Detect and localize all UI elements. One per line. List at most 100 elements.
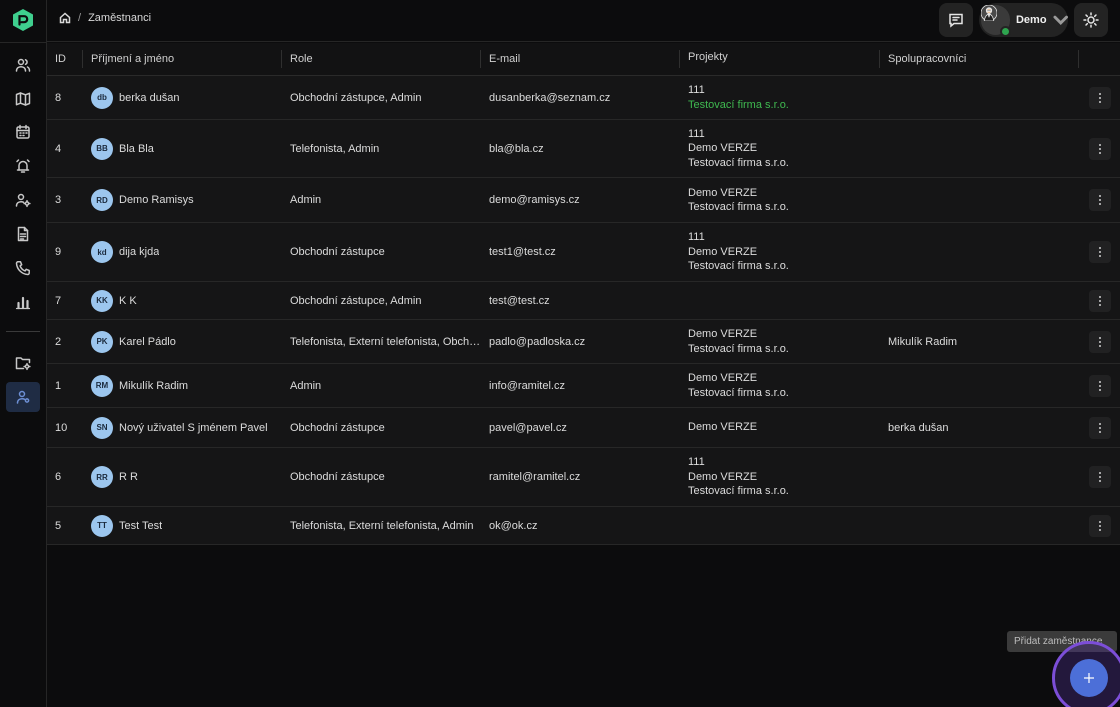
column-header-name[interactable]: Příjmení a jméno [83,50,282,68]
online-status-indicator [999,26,1011,37]
employee-id: 2 [55,335,62,348]
sidebar-item-reminders[interactable] [6,151,40,181]
sidebar-item-statistics[interactable] [6,287,40,317]
table-body: 8 db berka dušan Obchodní zástupce, Admin du… [47,76,1120,545]
project-name[interactable]: Testovací firma s.r.o. [688,98,880,113]
project-name[interactable]: Demo VERZE [688,420,880,435]
employee-name-cell[interactable]: RM Mikulík Radim [83,374,282,397]
employee-name-cell[interactable]: RR R R [83,466,282,488]
employee-name[interactable]: dija kjda [119,246,159,258]
table-row[interactable]: 10 SN Nový uživatel S jménem Pavel Obchodní… [47,408,1120,448]
employee-role: Obchodní zástupce [290,421,385,434]
row-menu-button[interactable] [1088,514,1111,537]
column-header-email[interactable]: E-mail [481,50,680,68]
column-header-collaborators[interactable]: Spolupracovníci [880,50,1079,68]
project-name[interactable]: Demo VERZE [688,327,880,342]
column-header-role[interactable]: Role [282,50,481,68]
employee-projects: 111 Demo VERZE Testovací firma s.r.o. [680,230,880,274]
sidebar-item-user-settings[interactable] [6,185,40,215]
row-menu-button[interactable] [1088,416,1111,439]
more-vertical-icon [1098,344,1101,347]
employee-name[interactable]: Mikulík Radim [119,380,188,392]
app-logo-icon[interactable] [11,8,35,32]
sidebar-item-folder-settings[interactable] [6,348,40,378]
project-name[interactable]: 111 [688,230,880,245]
row-menu-button[interactable] [1088,86,1111,109]
project-name[interactable]: Testovací firma s.r.o. [688,156,880,171]
table-row[interactable]: 6 RR R R Obchodní zástupce ramitel@ramitel.c… [47,448,1120,507]
employee-name-cell[interactable]: KK K K [83,289,282,312]
sidebar-item-map[interactable] [6,84,40,114]
project-name[interactable]: Testovací firma s.r.o. [688,200,880,215]
employee-name[interactable]: Demo Ramisys [119,194,194,206]
sidebar-item-employees[interactable] [6,382,40,412]
row-menu-button[interactable] [1088,241,1111,263]
more-vertical-icon [1098,151,1101,154]
project-name[interactable]: Demo VERZE [688,470,880,485]
column-header-id[interactable]: ID [47,50,83,68]
employee-name-cell[interactable]: db berka dušan [83,86,282,109]
employee-collaborators: berka dušan [888,421,949,434]
table-row[interactable]: 8 db berka dušan Obchodní zástupce, Admin du… [47,76,1120,120]
row-menu-button[interactable] [1088,330,1111,353]
employee-name-cell[interactable]: TT Test Test [83,514,282,537]
breadcrumb: / Zaměstnanci [59,12,151,24]
employee-name[interactable]: R R [119,471,138,483]
employee-name-cell[interactable]: RD Demo Ramisys [83,189,282,211]
more-vertical-icon [1098,251,1101,253]
table-row[interactable]: 5 TT Test Test Telefonista, Externí telefon… [47,507,1120,545]
phone-icon [15,261,30,276]
project-name[interactable]: 111 [688,127,880,142]
employee-name-cell[interactable]: SN Nový uživatel S jménem Pavel [83,416,282,439]
table-row[interactable]: 4 BB Bla Bla Telefonista, Admin bla@bla.cz 11… [47,120,1120,178]
employee-email: padlo@padloska.cz [489,335,586,348]
employee-name[interactable]: Karel Pádlo [119,336,176,348]
user-menu-button[interactable]: Demo [979,3,1068,37]
sidebar-item-calendar[interactable] [6,117,40,147]
employee-name-cell[interactable]: kd dija kjda [83,241,282,263]
employee-name[interactable]: K K [119,295,137,307]
project-name[interactable]: Demo VERZE [688,371,880,386]
employee-name[interactable]: berka dušan [119,92,180,104]
project-name[interactable]: 111 [688,455,880,470]
project-name[interactable]: Demo VERZE [688,245,880,260]
employee-projects: 111 Testovací firma s.r.o. [680,83,880,112]
column-header-projects[interactable]: Projekty [680,50,880,68]
employee-name-cell[interactable]: BB Bla Bla [83,137,282,160]
row-menu-button[interactable] [1088,374,1111,397]
project-name[interactable]: Testovací firma s.r.o. [688,484,880,499]
sidebar-item-documents[interactable] [6,219,40,249]
more-vertical-icon [1098,388,1101,391]
table-row[interactable]: 7 KK K K Obchodní zástupce, Admin test@test.… [47,282,1120,320]
home-icon[interactable] [59,12,71,24]
employee-name[interactable]: Nový uživatel S jménem Pavel [119,422,268,434]
employee-name-cell[interactable]: PK Karel Pádlo [83,330,282,353]
row-menu-button[interactable] [1088,189,1111,211]
row-menu-button[interactable] [1088,466,1111,488]
sidebar-item-calls[interactable] [6,253,40,283]
employee-name[interactable]: Bla Bla [119,143,154,155]
messages-button[interactable] [939,3,973,37]
employee-role: Obchodní zástupce, Admin [290,294,422,307]
theme-toggle-button[interactable] [1074,3,1108,37]
project-name[interactable]: Testovací firma s.r.o. [688,342,880,357]
row-menu-button[interactable] [1088,137,1111,160]
project-name[interactable]: Demo VERZE [688,141,880,156]
employee-role: Admin [290,194,322,206]
more-vertical-icon [1098,524,1101,527]
sidebar-item-users[interactable] [6,50,40,80]
table-row[interactable]: 9 kd dija kjda Obchodní zástupce test1@test.… [47,223,1120,282]
table-row[interactable]: 1 RM Mikulík Radim Admin info@ramitel.cz Demo… [47,364,1120,408]
row-menu-button[interactable] [1088,289,1111,312]
employee-name[interactable]: Test Test [119,520,162,532]
project-name[interactable]: Demo VERZE [688,186,880,201]
add-employee-button[interactable] [1070,659,1108,697]
project-name[interactable]: 111 [688,83,880,98]
table-row[interactable]: 3 RD Demo Ramisys Admin demo@ramisys.cz Demo … [47,178,1120,223]
top-bar: / Zaměstnanci Demo [47,0,1120,42]
table-row[interactable]: 2 PK Karel Pádlo Telefonista, Externí telef… [47,320,1120,364]
employee-email: pavel@pavel.cz [489,421,567,434]
project-name[interactable]: Testovací firma s.r.o. [688,386,880,401]
more-vertical-icon [1098,472,1101,474]
project-name[interactable]: Testovací firma s.r.o. [688,259,880,274]
